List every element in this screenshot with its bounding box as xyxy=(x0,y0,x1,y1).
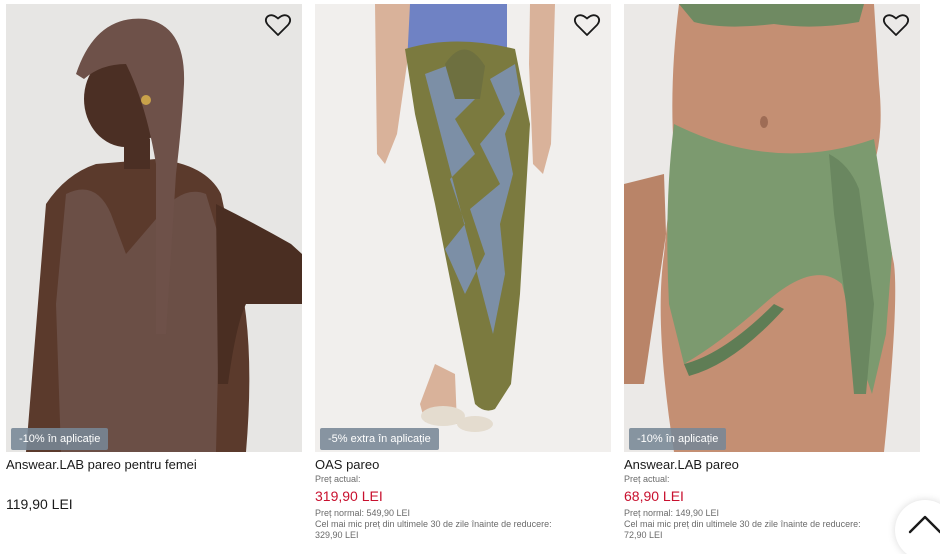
regular-price: Preț normal: 549,90 LEI xyxy=(315,508,411,518)
product-title[interactable]: OAS pareo xyxy=(315,457,611,473)
sale-price: 68,90 LEI xyxy=(624,488,684,504)
product-title[interactable]: Answear.LAB pareo pentru femei xyxy=(6,457,302,473)
lowest-price-value: 72,90 LEI xyxy=(624,530,663,540)
favorite-button[interactable] xyxy=(573,12,601,38)
product-card[interactable]: -10% în aplicație Answear.LAB pareo pent… xyxy=(6,4,302,513)
heart-outline-icon xyxy=(264,14,292,36)
product-photo-green-pareo xyxy=(624,4,920,452)
chevron-up-icon xyxy=(908,515,940,534)
favorite-button[interactable] xyxy=(264,12,292,38)
product-card[interactable]: -5% extra în aplicație OAS pareo Preț ac… xyxy=(315,4,611,541)
product-photo-printed-pareo xyxy=(315,4,611,452)
product-photo-knit-pareo xyxy=(6,4,302,452)
product-image[interactable]: -10% în aplicație xyxy=(6,4,302,452)
sale-price: 319,90 LEI xyxy=(315,488,383,504)
lowest-price-value: 329,90 LEI xyxy=(315,530,359,540)
promo-badge: -10% în aplicație xyxy=(629,428,727,450)
current-price-label: Preț actual: xyxy=(624,474,670,484)
current-price-label: Preț actual: xyxy=(315,474,361,484)
heart-outline-icon xyxy=(573,14,601,36)
promo-badge: -10% în aplicație xyxy=(11,428,109,450)
heart-outline-icon xyxy=(882,14,910,36)
lowest-price-label: Cel mai mic preț din ultimele 30 de zile… xyxy=(315,519,552,529)
favorite-button[interactable] xyxy=(882,12,910,38)
product-card[interactable]: -10% în aplicație Answear.LAB pareo Preț… xyxy=(624,4,920,541)
product-image[interactable]: -10% în aplicație xyxy=(624,4,920,452)
product-price: 119,90 LEI xyxy=(6,496,73,512)
product-title[interactable]: Answear.LAB pareo xyxy=(624,457,920,473)
product-image[interactable]: -5% extra în aplicație xyxy=(315,4,611,452)
lowest-price-label: Cel mai mic preț din ultimele 30 de zile… xyxy=(624,519,861,529)
promo-badge: -5% extra în aplicație xyxy=(320,428,439,450)
regular-price: Preț normal: 149,90 LEI xyxy=(624,508,720,518)
